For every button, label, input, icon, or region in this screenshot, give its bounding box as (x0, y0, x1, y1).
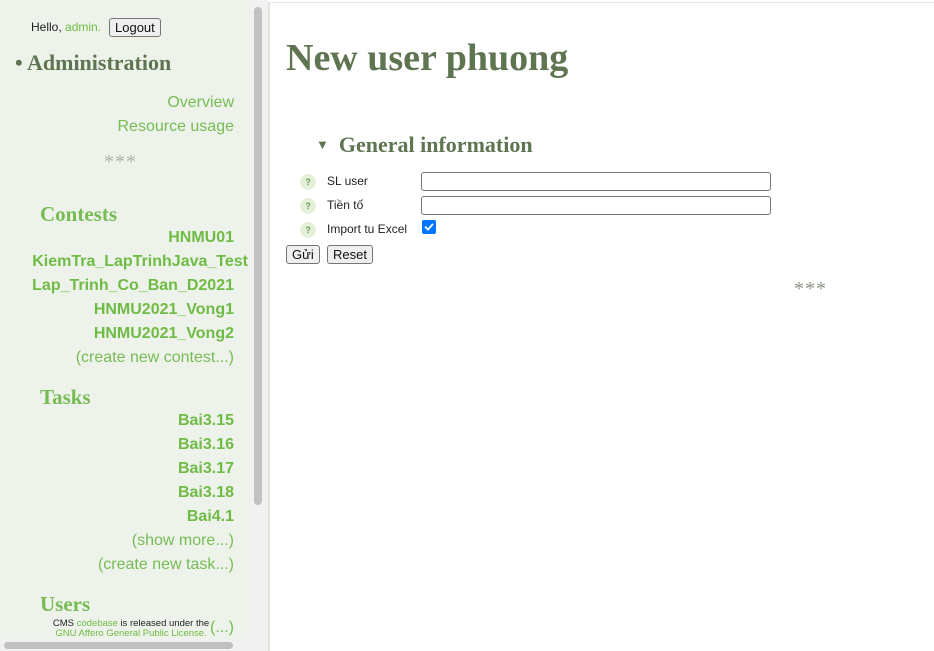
contest-link[interactable]: HNMU01 (168, 229, 234, 247)
users-heading: Users (40, 592, 91, 616)
logout-button[interactable]: Logout (109, 18, 161, 37)
prefix-input[interactable] (421, 196, 771, 215)
task-link[interactable]: Bai3.18 (178, 484, 234, 502)
contest-link[interactable]: HNMU2021_Vong2 (94, 325, 234, 343)
import-excel-checkbox[interactable] (422, 220, 436, 234)
collapse-triangle-icon[interactable]: ▼ (316, 137, 329, 152)
checkmark-icon (424, 223, 434, 231)
greeting-prefix: Hello, (31, 20, 62, 34)
contest-link[interactable]: HNMU2021_Vong1 (94, 301, 234, 319)
create-task-link[interactable]: (create new task...) (98, 556, 234, 574)
license-link[interactable]: GNU Affero General Public License. (55, 628, 206, 639)
task-link[interactable]: Bai3.15 (178, 412, 234, 430)
top-border (268, 2, 934, 3)
prefix-label: Tiền tố (327, 198, 364, 212)
administration-heading: • Administration (15, 50, 172, 75)
task-link[interactable]: Bai3.16 (178, 436, 234, 454)
sidebar-divider (268, 3, 270, 651)
resource-usage-link[interactable]: Resource usage (117, 118, 234, 136)
task-link[interactable]: Bai4.1 (187, 508, 234, 526)
sl-user-label: SL user (327, 174, 368, 188)
sidebar: Hello, admin. Logout • Administration Ov… (0, 0, 250, 639)
contest-link[interactable]: Lap_Trinh_Co_Ban_D2021 (32, 277, 234, 295)
submit-button[interactable]: Gửi (286, 245, 320, 264)
greeting: Hello, admin. (31, 20, 101, 34)
general-information-legend[interactable]: ▼ General information (316, 132, 533, 158)
sl-user-input[interactable] (421, 172, 771, 191)
contests-heading: Contests (40, 202, 117, 226)
create-contest-link[interactable]: (create new contest...) (76, 349, 234, 367)
import-excel-label: Import tu Excel (327, 222, 408, 236)
overview-link[interactable]: Overview (167, 94, 234, 112)
sidebar-separator: *** (104, 151, 137, 173)
help-icon[interactable]: ? (300, 222, 316, 238)
sidebar-horizontal-scroll-thumb[interactable] (4, 642, 233, 649)
page-title: New user phuong (286, 37, 569, 79)
tasks-heading: Tasks (40, 385, 91, 409)
show-more-tasks-link[interactable]: (show more...) (132, 532, 234, 550)
username-link[interactable]: admin. (65, 20, 101, 34)
help-icon[interactable]: ? (300, 198, 316, 214)
contest-link[interactable]: KiemTra_LapTrinhJava_Test (32, 253, 248, 271)
license-footer: CMS codebase is released under the GNU A… (26, 619, 236, 639)
sidebar-vertical-scroll-thumb[interactable] (254, 7, 262, 505)
fieldset-title: General information (338, 132, 533, 157)
help-icon[interactable]: ? (300, 174, 316, 190)
task-link[interactable]: Bai3.17 (178, 460, 234, 478)
reset-button[interactable]: Reset (327, 245, 373, 264)
main-separator: *** (794, 278, 827, 300)
